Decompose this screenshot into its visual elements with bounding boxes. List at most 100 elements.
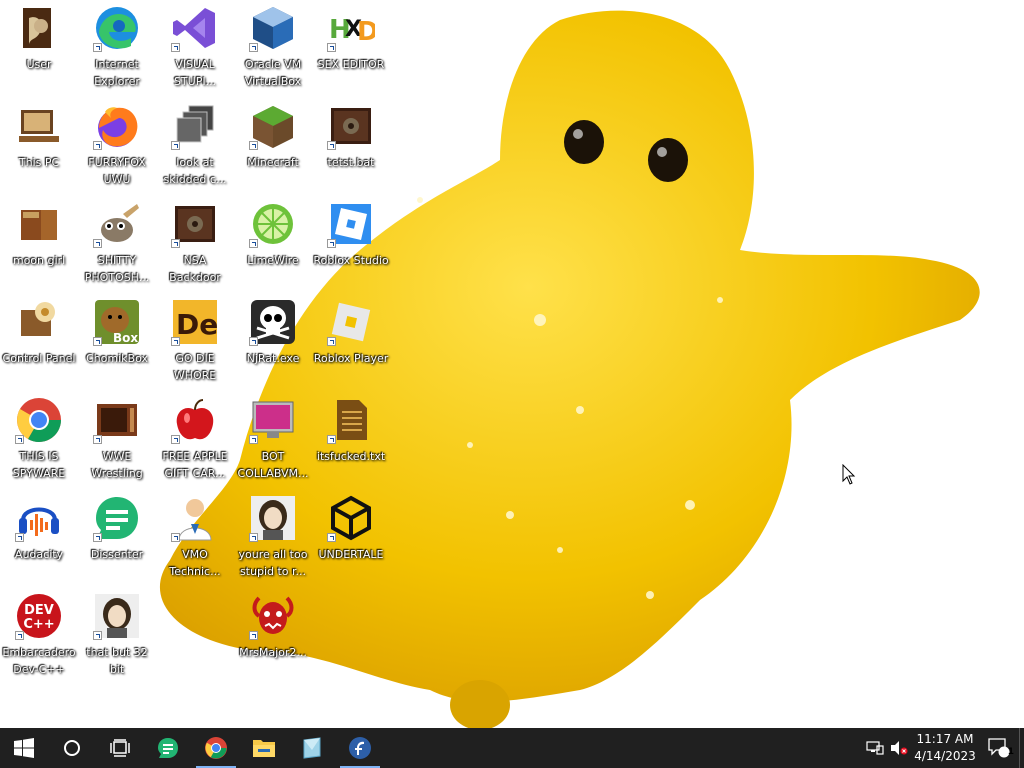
shortcut-arrow-icon	[93, 141, 102, 150]
notification-count: 1	[1007, 747, 1014, 757]
shortcut-arrow-icon	[93, 239, 102, 248]
shortcut-arrow-icon	[327, 533, 336, 542]
skull-icon	[249, 298, 297, 346]
desktop-icon-bot-collabvm[interactable]: BOT COLLABVM...	[234, 396, 312, 482]
start-button[interactable]	[0, 728, 48, 768]
desktop-icon-look-at-skidded-c[interactable]: look at skidded c...	[156, 102, 234, 188]
desktop-icon-roblox-studio[interactable]: Roblox Studio	[312, 200, 390, 269]
desktop-icon-limewire[interactable]: LimeWire	[234, 200, 312, 269]
roblox-player-icon	[327, 298, 375, 346]
desktop-icon-this-is-spyware[interactable]: THIS IS SPYWARE	[0, 396, 78, 482]
desktop-icon-chomikbox[interactable]: Box ChomikBox	[78, 298, 156, 367]
shortcut-arrow-icon	[249, 239, 258, 248]
taskbar-chrome[interactable]	[192, 728, 240, 768]
desktop-icon-roblox-player[interactable]: Roblox Player	[312, 298, 390, 367]
desktop-icon-nsa-backdoor[interactable]: NSA Backdoor	[156, 200, 234, 286]
limewire-icon	[249, 200, 297, 248]
desktop-icon-mrsmajor2[interactable]: MrsMajor2...	[234, 592, 312, 661]
chrome-icon	[205, 737, 227, 759]
desktop-icon-label: FREE APPLE GIFT CAR...	[162, 450, 228, 480]
shortcut-arrow-icon	[327, 141, 336, 150]
desktop-icon-sex-editor[interactable]: H X D SEX EDITOR	[312, 4, 390, 73]
network-status[interactable]	[863, 728, 887, 768]
desktop-icon-visual-stupi[interactable]: VISUAL STUPI...	[156, 4, 234, 90]
shortcut-arrow-icon	[249, 43, 258, 52]
desktop-icon-label: SHITTY PHOTOSH...	[84, 254, 150, 284]
desktop-icon-free-apple-gift-car[interactable]: FREE APPLE GIFT CAR...	[156, 396, 234, 482]
desktop-icon-label: Minecraft	[247, 156, 299, 169]
user-folder-icon	[15, 4, 63, 52]
desktop-icon-internet-explorer[interactable]: Internet Explorer	[78, 4, 156, 90]
svg-text:D: D	[357, 17, 375, 47]
hyper-v-icon	[303, 737, 321, 759]
desktop-icon-label: ChomikBox	[86, 352, 148, 365]
desktop-icon-wwe-wrestling[interactable]: WWE Wrestling	[78, 396, 156, 482]
firefox-icon	[93, 102, 141, 150]
desktop-icon-label: FURRYFOX UWU	[88, 156, 146, 186]
desktop-icon-label: moon girl	[12, 254, 66, 267]
demon-icon	[249, 592, 297, 640]
apple-icon	[171, 396, 219, 444]
desktop-icon-go-die-whore[interactable]: De GO DIE WHORE	[156, 298, 234, 384]
system-tray: 11:17 AM 4/14/2023 1	[863, 728, 1024, 768]
desktop-icon-control-panel[interactable]: Control Panel	[0, 298, 78, 367]
action-center-button[interactable]: 1	[979, 728, 1019, 768]
desktop-icon-tetst-bat[interactable]: tetst.bat	[312, 102, 390, 171]
desktop-icon-oracle-vm-virtualbox[interactable]: Oracle VM VirtualBox	[234, 4, 312, 90]
desktop-icon-embarcadero-dev-c[interactable]: DEV C++ Embarcadero Dev-C++	[0, 592, 78, 678]
desktop-icon-itsfucked-txt[interactable]: itsfucked.txt	[312, 396, 390, 465]
desktop-icon-dissenter[interactable]: Dissenter	[78, 494, 156, 563]
desktop-icon-user[interactable]: User	[0, 4, 78, 73]
technician-icon	[171, 494, 219, 542]
desktop-icon-this-pc[interactable]: This PC	[0, 102, 78, 171]
shortcut-arrow-icon	[327, 239, 336, 248]
task-view-button[interactable]	[96, 728, 144, 768]
svg-text:De: De	[176, 308, 218, 341]
desktop-icon-label: THIS IS SPYWARE	[12, 450, 66, 480]
show-desktop-button[interactable]	[1019, 728, 1024, 768]
notification-icon	[988, 738, 1010, 758]
minecraft-icon	[249, 102, 297, 150]
desktop-icon-label: Audacity	[14, 548, 64, 561]
shortcut-arrow-icon	[93, 435, 102, 444]
taskbar-hyper-v[interactable]	[288, 728, 336, 768]
edge-icon	[93, 4, 141, 52]
clock-date: 4/14/2023	[914, 749, 976, 763]
desktop-icon-moon-girl[interactable]: moon girl	[0, 200, 78, 269]
microwave-icon	[93, 396, 141, 444]
taskbar-dissenter[interactable]	[144, 728, 192, 768]
desktop-icon-label: SEX EDITOR	[317, 58, 385, 71]
shortcut-arrow-icon	[171, 533, 180, 542]
taskbar-file-explorer[interactable]	[240, 728, 288, 768]
desktop-icon-label: WWE Wrestling	[91, 450, 143, 480]
taskbar-clock[interactable]: 11:17 AM 4/14/2023	[911, 731, 979, 765]
desktop-icon-furryfox-uwu[interactable]: FURRYFOX UWU	[78, 102, 156, 188]
desktop-icon-that-but-32-bit[interactable]: that but 32 bit	[78, 592, 156, 678]
virtualbox-icon	[249, 4, 297, 52]
desktop-icon-label: GO DIE WHORE	[173, 352, 217, 382]
desktop-icon-undertale[interactable]: UNDERTALE	[312, 494, 390, 563]
gimp-icon	[93, 200, 141, 248]
desktop-icon-youre-all-too-stupid-to-r[interactable]: youre all too stupid to r...	[234, 494, 312, 580]
desktop-icon-njrat-exe[interactable]: NjRat.exe	[234, 298, 312, 367]
desktop-icon-audacity[interactable]: Audacity	[0, 494, 78, 563]
volume-status[interactable]	[887, 728, 911, 768]
desktop-icon-label: NjRat.exe	[246, 352, 300, 365]
cortana-button[interactable]	[48, 728, 96, 768]
desktop-icon-vmo-technic[interactable]: VMO Technic...	[156, 494, 234, 580]
taskbar-firefox-alt[interactable]	[336, 728, 384, 768]
portrait-icon	[249, 494, 297, 542]
shortcut-arrow-icon	[171, 239, 180, 248]
desktop-icon-label: Internet Explorer	[94, 58, 140, 88]
desktop-icon-label: that but 32 bit	[86, 646, 148, 676]
shortcut-arrow-icon	[171, 435, 180, 444]
desktop-icon-label: Control Panel	[2, 352, 76, 365]
desktop-icon-label: Oracle VM VirtualBox	[244, 58, 302, 88]
firefox-alt-icon	[349, 737, 371, 759]
chrome-icon	[15, 396, 63, 444]
desktop-icon-minecraft[interactable]: Minecraft	[234, 102, 312, 171]
desktop-icon-label: itsfucked.txt	[316, 450, 386, 463]
shortcut-arrow-icon	[249, 337, 258, 346]
hxd-icon: HXD	[327, 4, 375, 52]
desktop-icon-shitty-photosh[interactable]: SHITTY PHOTOSH...	[78, 200, 156, 286]
